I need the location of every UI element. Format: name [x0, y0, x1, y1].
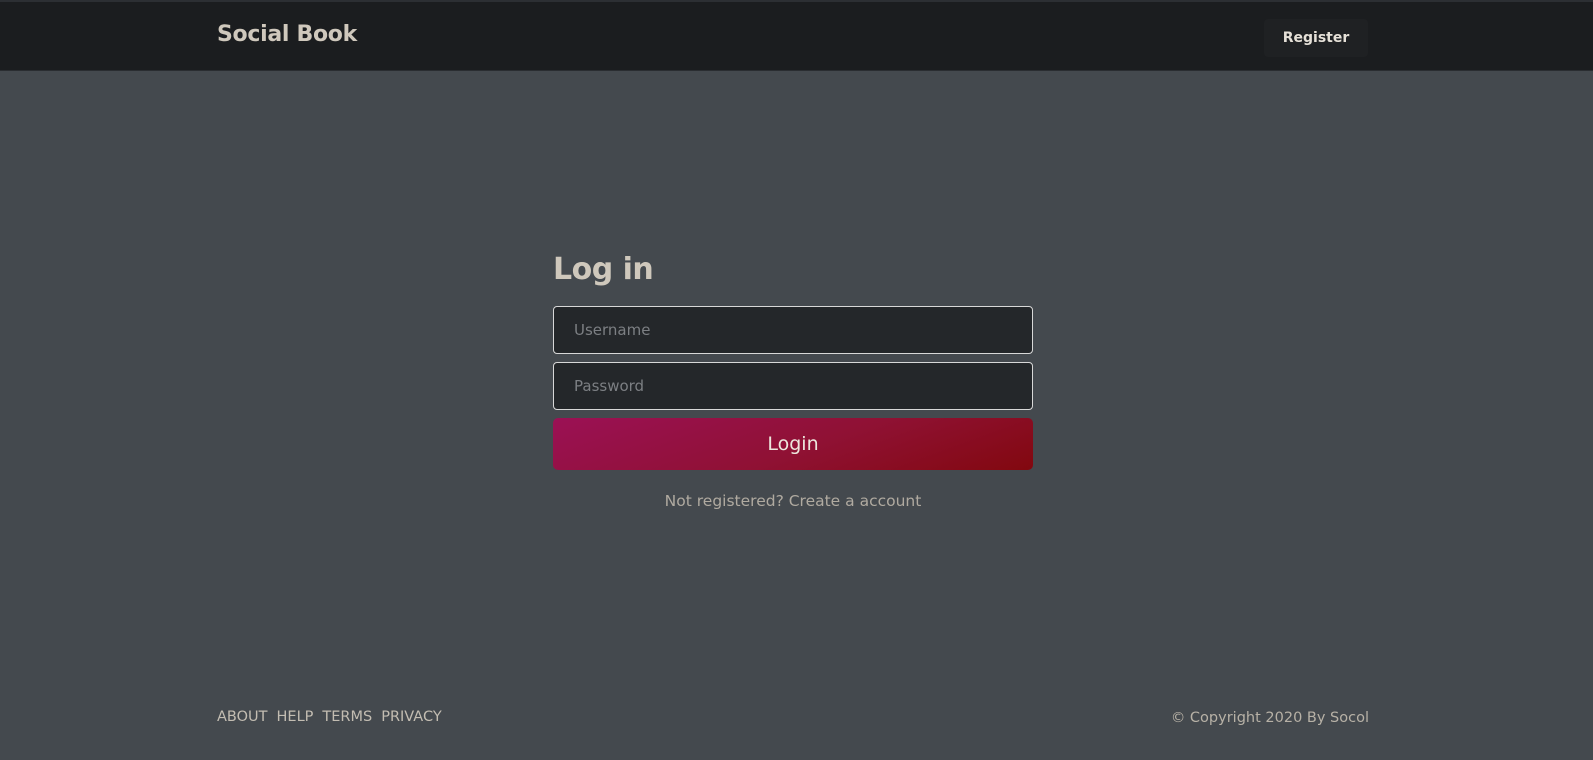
navbar: Social Book Register: [0, 2, 1593, 71]
register-button[interactable]: Register: [1264, 19, 1368, 57]
username-input[interactable]: [553, 306, 1033, 354]
password-input[interactable]: [553, 362, 1033, 410]
copyright-text: © Copyright 2020 By Socol: [1170, 710, 1369, 726]
page-title: Log in: [553, 252, 654, 287]
footer-link-privacy[interactable]: PRIVACY: [381, 709, 441, 725]
footer-link-help[interactable]: HELP: [277, 709, 314, 725]
login-button[interactable]: Login: [553, 418, 1033, 470]
create-account-link[interactable]: Not registered? Create a account: [553, 492, 1033, 510]
footer-link-terms[interactable]: TERMS: [322, 709, 372, 725]
brand-logo[interactable]: Social Book: [217, 22, 357, 47]
login-form: Log in Login Not registered? Create a ac…: [553, 248, 1033, 510]
footer-link-about[interactable]: ABOUT: [217, 709, 268, 725]
footer-links: ABOUT HELP TERMS PRIVACY: [217, 709, 442, 725]
